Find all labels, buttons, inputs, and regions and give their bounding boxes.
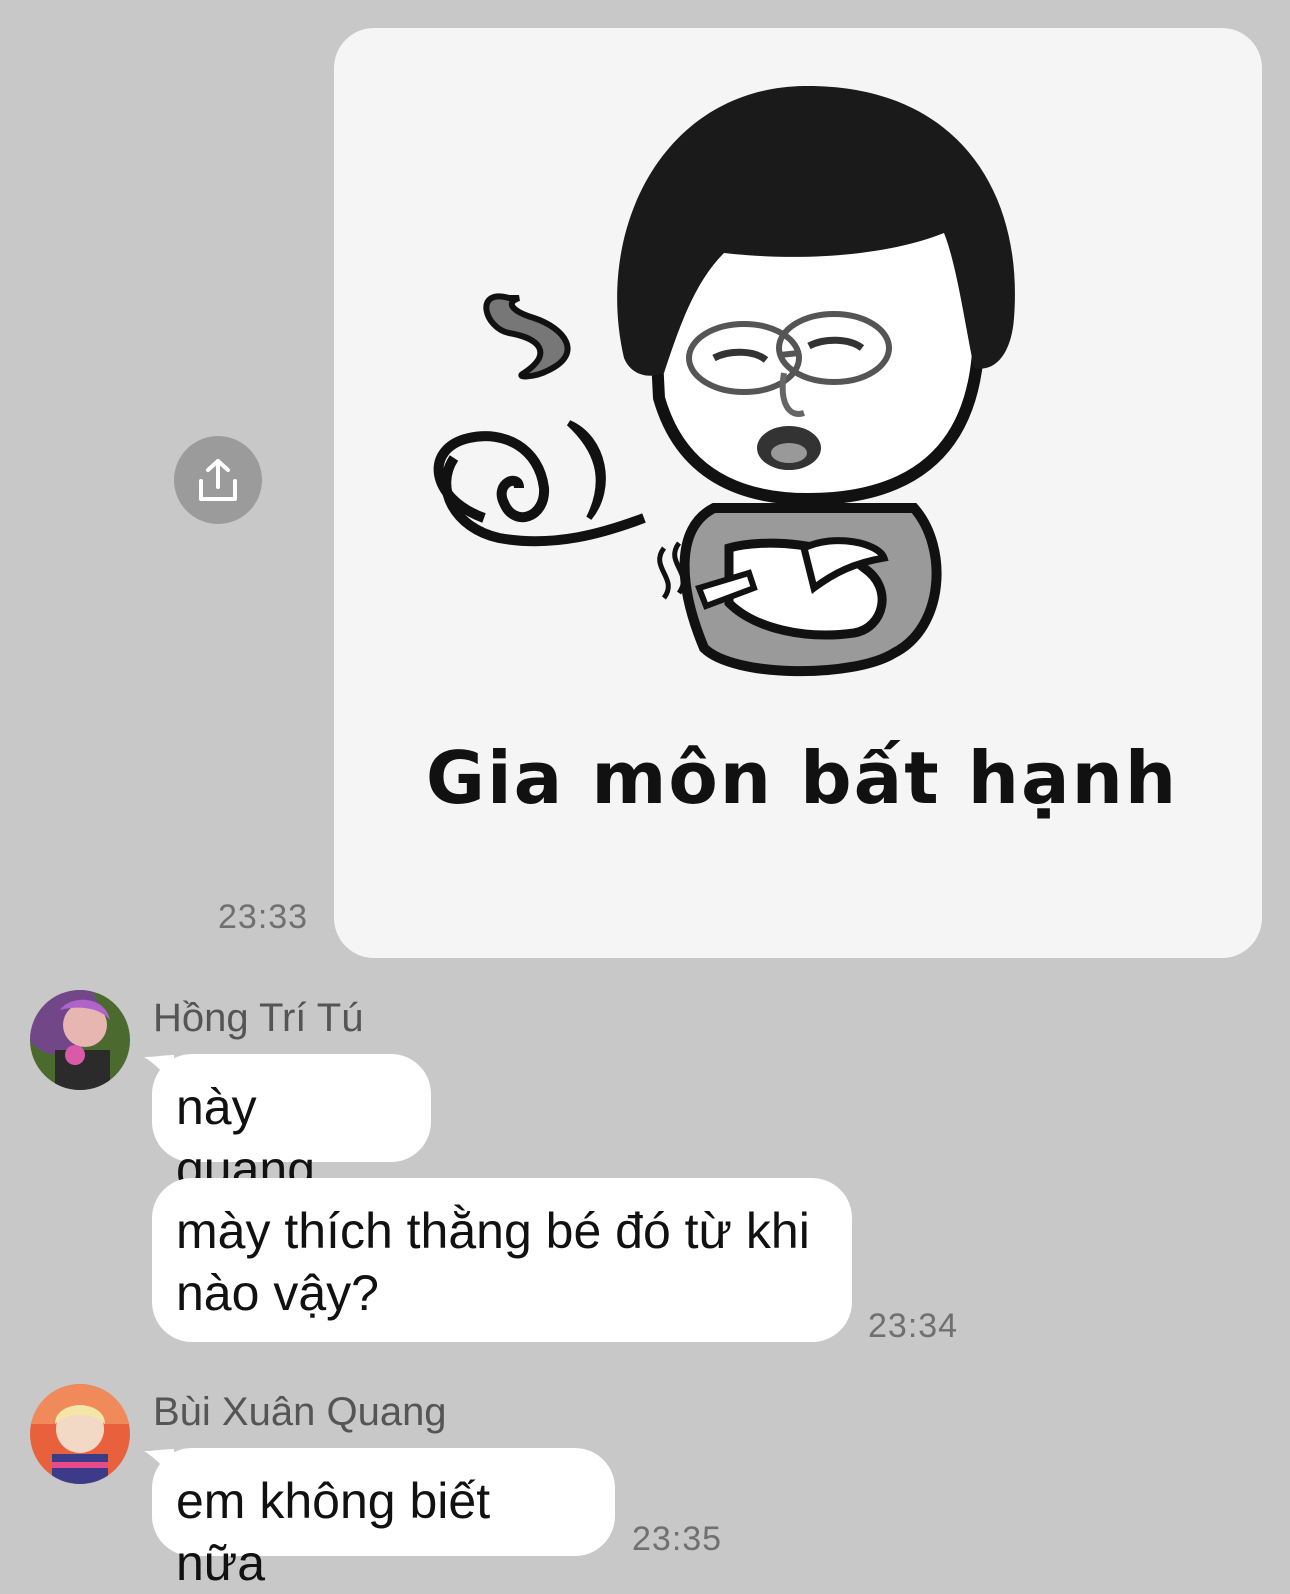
message-bubble[interactable]: này quang xyxy=(152,1054,431,1197)
avatar[interactable] xyxy=(30,1384,130,1484)
user-avatar xyxy=(30,990,130,1090)
sticker-caption: Gia môn bất hạnh xyxy=(425,736,1179,820)
sender-name: Bùi Xuân Quang xyxy=(153,1390,447,1434)
timestamp: 23:33 xyxy=(218,898,309,936)
avatar[interactable] xyxy=(30,990,130,1090)
message-bubble[interactable]: mày thích thằng bé đó từ khi nào vậy? xyxy=(152,1178,852,1342)
message-bubble[interactable]: em không biết nữa xyxy=(152,1448,615,1591)
timestamp: 23:35 xyxy=(632,1520,723,1558)
timestamp: 23:34 xyxy=(868,1307,959,1345)
sender-name: Hồng Trí Tú xyxy=(153,996,364,1040)
share-button[interactable] xyxy=(174,436,262,524)
share-icon xyxy=(199,459,237,501)
user-avatar xyxy=(30,1384,130,1484)
sticker-message[interactable]: Gia môn bất hạnh xyxy=(334,28,1262,958)
